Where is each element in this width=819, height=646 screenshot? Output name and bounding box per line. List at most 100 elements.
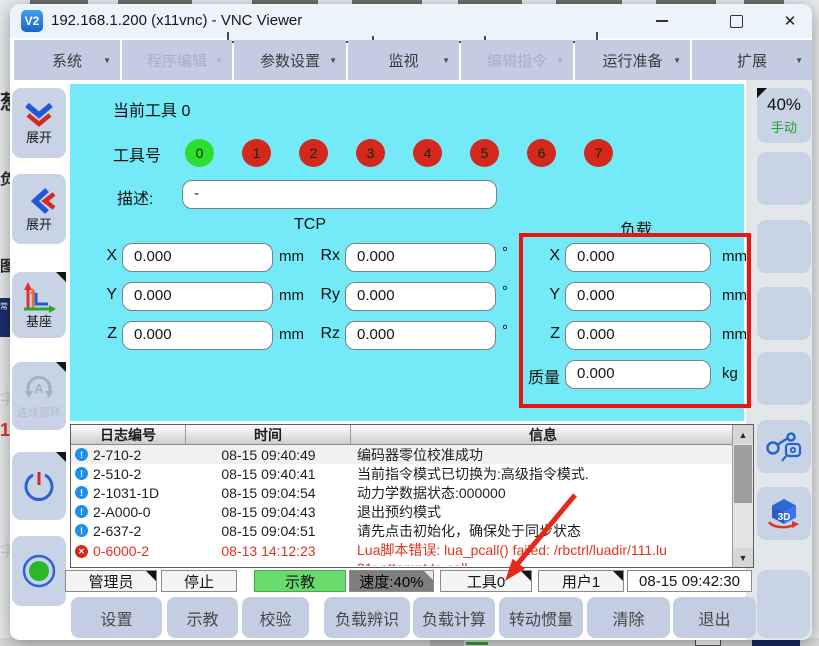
tcp-rz-input[interactable]: 0.000 — [345, 321, 496, 350]
menu-run-prepare[interactable]: 运行准备▼ — [575, 40, 690, 80]
status-datetime: 08-15 09:42:30 — [627, 570, 752, 592]
menu-parameter-settings[interactable]: 参数设置▼ — [234, 40, 346, 80]
info-icon: ! — [75, 486, 88, 499]
tool-number-6[interactable]: 6 — [527, 139, 556, 167]
log-row[interactable]: !2-710-2 08-15 09:40:49 编码器零位校准成功 — [71, 445, 753, 464]
hand-guide-icon — [764, 430, 804, 464]
load-section-title: 负载 — [536, 216, 736, 240]
tcp-rz-label: Rz — [305, 325, 340, 343]
power-button[interactable] — [12, 452, 66, 520]
teach-button[interactable]: 示教 — [167, 597, 238, 638]
error-icon: ✕ — [75, 545, 88, 558]
settings-button[interactable]: 设置 — [71, 597, 162, 638]
scroll-down-button[interactable]: ▼ — [733, 548, 753, 567]
status-role[interactable]: 管理员 — [65, 570, 157, 592]
menu-system[interactable]: 系统▼ — [14, 40, 120, 80]
load-calculate-button[interactable]: 负载计算 — [413, 597, 495, 638]
tcp-y-unit: mm — [279, 287, 304, 304]
log-row[interactable]: !2-510-2 08-15 09:40:41 当前指令模式已切换为:高级指令模… — [71, 464, 753, 483]
chevron-down-icon: ▼ — [556, 56, 564, 65]
desktop: 葱 负 图 常 1 字 字 V2 192.168.1.200 (x11vnc) … — [0, 0, 819, 646]
right-sidebar-blank-button-2[interactable] — [757, 220, 811, 273]
tool-number-4[interactable]: 4 — [413, 139, 442, 167]
tcp-ry-input[interactable]: 0.000 — [345, 282, 496, 311]
log-scrollbar[interactable]: ▲ ▼ — [732, 425, 753, 567]
scroll-up-button[interactable]: ▲ — [733, 425, 753, 444]
tool-number-0[interactable]: 0 — [185, 139, 214, 167]
tcp-z-input[interactable]: 0.000 — [122, 321, 273, 350]
base-frame-button[interactable]: 基座 — [12, 272, 66, 338]
right-sidebar-blank-button-4[interactable] — [757, 352, 811, 405]
description-input[interactable]: - — [182, 180, 497, 209]
load-mass-input[interactable]: 0.000 — [565, 360, 711, 389]
scrollbar-thumb[interactable] — [734, 445, 752, 503]
loop-a-icon: A — [22, 372, 56, 404]
vnc-logo-icon: V2 — [21, 10, 43, 32]
tool-number-1[interactable]: 1 — [242, 139, 271, 167]
load-x-label: X — [500, 247, 560, 265]
status-tool[interactable]: 工具0 — [440, 570, 532, 592]
tool-number-2[interactable]: 2 — [299, 139, 328, 167]
tcp-y-input[interactable]: 0.000 — [122, 282, 273, 311]
hand-guide-button[interactable] — [757, 420, 811, 473]
chevron-down-icon: ▼ — [442, 56, 450, 65]
tcp-rx-input[interactable]: 0.000 — [345, 243, 496, 272]
log-table: 日志编号 时间 信息 !2-710-2 08-15 09:40:49 编码器零位… — [70, 424, 754, 568]
minimize-button[interactable] — [648, 10, 676, 32]
power-icon — [21, 468, 57, 504]
chevron-down-icon: ▼ — [329, 56, 337, 65]
load-x-unit: mm — [722, 248, 747, 265]
log-header-code: 日志编号 — [71, 425, 186, 444]
tool-number-label: 工具号 — [113, 142, 161, 166]
tool-number-5[interactable]: 5 — [470, 139, 499, 167]
servo-enable-button[interactable] — [12, 536, 66, 606]
load-y-input[interactable]: 0.000 — [565, 282, 711, 311]
log-row[interactable]: !2-1031-1D 08-15 09:04:54 动力学数据状态:000000 — [71, 483, 753, 502]
exit-button[interactable]: 退出 — [673, 597, 756, 638]
view-3d-button[interactable]: 3D — [757, 487, 811, 540]
tcp-section-title: TCP — [210, 216, 410, 234]
maximize-button[interactable] — [722, 10, 750, 32]
chevron-down-icon: ▼ — [215, 56, 223, 65]
menu-monitor[interactable]: 监视▼ — [348, 40, 459, 80]
log-row[interactable]: !2-A000-0 08-15 09:04:43 退出预约模式 — [71, 502, 753, 521]
tcp-x-input[interactable]: 0.000 — [122, 243, 273, 272]
menu-bar: 系统▼ 程序编辑▼ 参数设置▼ 监视▼ 编辑指令▼ 运行准备▼ 扩展▼ — [14, 40, 812, 80]
inertia-button[interactable]: 转动惯量 — [499, 597, 583, 638]
speed-mode-button[interactable]: 40% 手动 — [757, 88, 811, 143]
info-icon: ! — [75, 505, 88, 518]
verify-button[interactable]: 校验 — [242, 597, 309, 638]
minimize-icon — [656, 20, 668, 22]
speed-value: 40% — [767, 95, 801, 115]
chevron-down-icon: ▼ — [673, 56, 681, 65]
load-x-input[interactable]: 0.000 — [565, 243, 711, 272]
tool-number-3[interactable]: 3 — [356, 139, 385, 167]
log-row-error[interactable]: ✕0-6000-2 08-13 14:12:23 Lua脚本错误: lua_pc… — [71, 540, 753, 565]
log-header-message: 信息 — [351, 425, 735, 444]
status-run-state[interactable]: 停止 — [161, 570, 237, 592]
tcp-rx-label: Rx — [305, 247, 340, 265]
menu-edit-command: 编辑指令▼ — [461, 40, 573, 80]
chevron-down-icon: ▼ — [103, 56, 111, 65]
right-sidebar-blank-button-1[interactable] — [757, 152, 811, 205]
clear-button[interactable]: 清除 — [587, 597, 670, 638]
status-speed[interactable]: 速度:40% — [349, 570, 434, 592]
status-mode[interactable]: 示教 — [254, 570, 346, 592]
expand-left-button[interactable]: 展开 — [12, 174, 66, 244]
right-sidebar-blank-button-3[interactable] — [757, 287, 811, 340]
tcp-ry-label: Ry — [305, 286, 340, 304]
load-z-unit: mm — [722, 326, 747, 343]
menu-extension[interactable]: 扩展▼ — [692, 40, 812, 80]
status-user-frame[interactable]: 用户1 — [538, 570, 624, 592]
expand-down-button[interactable]: 展开 — [12, 88, 66, 158]
tcp-y-label: Y — [90, 286, 117, 304]
cube-3d-icon: 3D — [765, 496, 803, 532]
load-z-input[interactable]: 0.000 — [565, 321, 711, 350]
load-identify-button[interactable]: 负载辨识 — [324, 597, 410, 638]
chevron-down-icon: ▼ — [795, 56, 803, 65]
log-row[interactable]: !2-637-2 08-15 09:04:51 请先点击初始化，确保处于同步状态 — [71, 521, 753, 540]
svg-text:3D: 3D — [778, 512, 791, 523]
close-button[interactable]: ✕ — [776, 10, 804, 32]
tool-number-7[interactable]: 7 — [584, 139, 613, 167]
bottom-right-blank-button[interactable] — [757, 570, 810, 638]
